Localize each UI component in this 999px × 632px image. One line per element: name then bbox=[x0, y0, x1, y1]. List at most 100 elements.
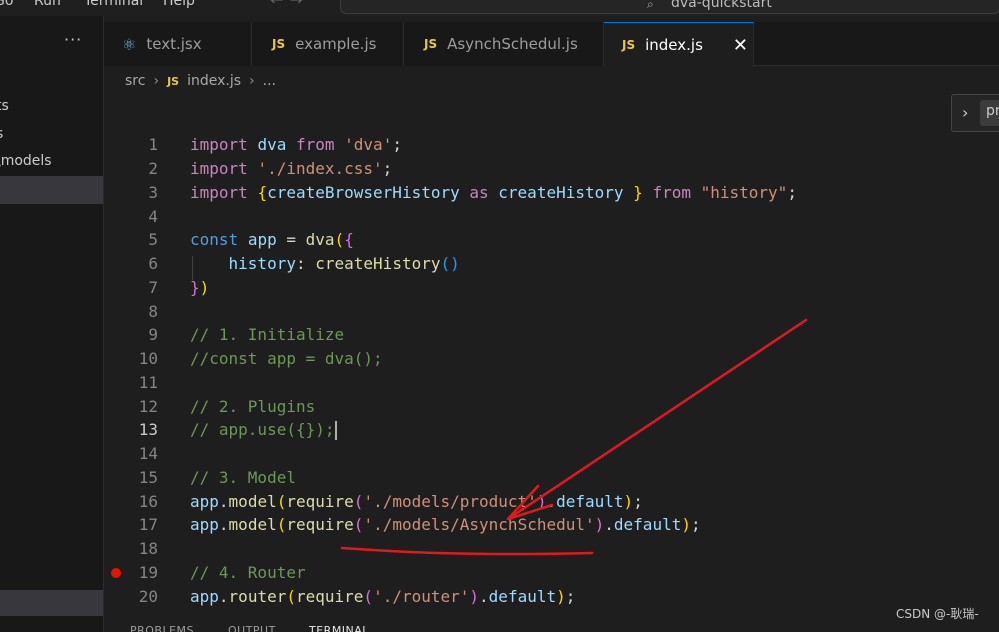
line-number: 6 bbox=[148, 254, 158, 273]
code-text[interactable]: app.model(require('./models/AsynchSchedu… bbox=[190, 513, 701, 537]
code-text[interactable]: import './index.css'; bbox=[190, 157, 392, 181]
code-text[interactable]: app.router(require('./router').default); bbox=[190, 585, 575, 609]
line-number: 8 bbox=[148, 302, 158, 321]
line-number: 13 bbox=[138, 420, 158, 439]
command-center[interactable]: ⌕ dva-quickstart bbox=[340, 0, 999, 14]
line-number: 1 bbox=[148, 135, 158, 154]
breadcrumb-file[interactable]: index.js bbox=[187, 73, 241, 89]
tab-output[interactable]: OUTPUT bbox=[228, 624, 276, 632]
code-line[interactable]: 18 bbox=[104, 537, 999, 561]
code-text-content: // app.use({}); bbox=[190, 420, 335, 439]
tab-label: AsynchSchedul.js bbox=[447, 35, 578, 53]
sidebar-item-models[interactable]: \models bbox=[0, 153, 52, 169]
breadcrumb-folder[interactable]: src bbox=[125, 73, 145, 89]
line-number: 9 bbox=[148, 325, 158, 344]
line-number: 14 bbox=[138, 444, 158, 463]
code-text[interactable]: import dva from 'dva'; bbox=[190, 133, 402, 157]
line-number: 3 bbox=[148, 183, 158, 202]
sidebar-item-ts[interactable]: ts bbox=[0, 98, 9, 114]
code-line[interactable]: 11 bbox=[104, 371, 999, 395]
line-number: 7 bbox=[148, 278, 158, 297]
js-file-icon: JS bbox=[622, 38, 636, 52]
code-text[interactable]: const app = dva({ bbox=[190, 228, 354, 252]
breadcrumb-symbol[interactable]: ... bbox=[263, 73, 276, 89]
code-line[interactable]: 15 // 3. Model bbox=[104, 466, 999, 490]
panel-tab-bar: PROBLEMS OUTPUT TERMINAL bbox=[104, 612, 999, 632]
line-number: 10 bbox=[138, 349, 158, 368]
tab-problems[interactable]: PROBLEMS bbox=[130, 624, 194, 632]
watermark: CSDN @-耿瑞- bbox=[896, 607, 979, 621]
line-number: 15 bbox=[138, 468, 158, 487]
forward-arrow-icon[interactable]: → bbox=[289, 0, 308, 9]
code-line[interactable]: 1 import dva from 'dva'; bbox=[104, 133, 999, 157]
code-line[interactable]: 3 import {createBrowserHistory as createH… bbox=[104, 181, 999, 205]
sidebar-selected-row-bottom[interactable] bbox=[0, 590, 103, 616]
code-text[interactable]: // 3. Model bbox=[190, 466, 296, 490]
js-file-icon: JS bbox=[167, 74, 180, 88]
line-number: 17 bbox=[138, 515, 158, 534]
chevron-right-icon: › bbox=[153, 73, 160, 89]
menu-go[interactable]: Go bbox=[0, 0, 13, 9]
line-number: 19 bbox=[138, 563, 158, 582]
code-text[interactable]: // 1. Initialize bbox=[190, 323, 344, 347]
command-center-label: dva-quickstart bbox=[671, 0, 772, 11]
search-icon: ⌕ bbox=[647, 0, 654, 11]
code-editor[interactable]: 1 import dva from 'dva'; 2 import './index… bbox=[104, 92, 999, 612]
code-line-current[interactable]: 13 // app.use({}); bbox=[104, 418, 999, 442]
sticky-scroll-widget[interactable]: › pr bbox=[951, 94, 999, 132]
code-text[interactable]: }) bbox=[190, 276, 209, 300]
code-line[interactable]: 2 import './index.css'; bbox=[104, 157, 999, 181]
line-number: 18 bbox=[138, 539, 158, 558]
code-line[interactable]: 6 history: createHistory() bbox=[104, 252, 999, 276]
react-icon: ⚛ bbox=[122, 34, 137, 54]
close-icon[interactable]: ✕ bbox=[733, 35, 748, 56]
chevron-right-icon: › bbox=[249, 73, 255, 89]
code-line[interactable]: 19 // 4. Router bbox=[104, 561, 999, 585]
tab-text-jsx[interactable]: ⚛ text.jsx bbox=[104, 22, 252, 66]
tab-example-js[interactable]: JS example.js bbox=[252, 22, 404, 66]
code-line[interactable]: 8 bbox=[104, 300, 999, 324]
menu-run[interactable]: Run bbox=[34, 0, 61, 9]
line-number: 12 bbox=[138, 397, 158, 416]
tab-asynchschedul-js[interactable]: JS AsynchSchedul.js bbox=[404, 22, 604, 66]
sidebar-item-s[interactable]: s bbox=[0, 126, 3, 142]
sidebar-selected-row[interactable] bbox=[0, 176, 103, 204]
text-cursor bbox=[334, 421, 337, 440]
line-number: 11 bbox=[138, 373, 158, 392]
code-line[interactable]: 12 // 2. Plugins bbox=[104, 395, 999, 419]
widget-label: pr bbox=[986, 103, 999, 119]
menu-help[interactable]: Help bbox=[163, 0, 195, 9]
line-number: 20 bbox=[138, 587, 158, 606]
code-line[interactable]: 10 //const app = dva(); bbox=[104, 347, 999, 371]
explorer-sidebar: ··· ts s \models bbox=[0, 16, 104, 632]
tab-terminal[interactable]: TERMINAL bbox=[309, 624, 369, 632]
code-text[interactable]: // 2. Plugins bbox=[190, 395, 315, 419]
code-text[interactable]: //const app = dva(); bbox=[190, 347, 383, 371]
line-number: 5 bbox=[148, 230, 158, 249]
line-number: 2 bbox=[148, 159, 158, 178]
menu-terminal[interactable]: Terminal bbox=[84, 0, 143, 9]
code-text[interactable]: import {createBrowserHistory as createHi… bbox=[190, 181, 797, 205]
tab-label: text.jsx bbox=[146, 35, 202, 53]
breadcrumb: src › JS index.js › ... bbox=[125, 70, 276, 92]
code-line[interactable]: 4 bbox=[104, 205, 999, 229]
code-line[interactable]: 5 const app = dva({ bbox=[104, 228, 999, 252]
code-line[interactable]: 7}) bbox=[104, 276, 999, 300]
code-line[interactable]: 9 // 1. Initialize bbox=[104, 323, 999, 347]
chevron-right-icon[interactable]: › bbox=[962, 103, 968, 122]
tab-label: example.js bbox=[295, 35, 377, 53]
code-line[interactable]: 16 app.model(require('./models/product').… bbox=[104, 490, 999, 514]
code-line[interactable]: 17 app.model(require('./models/AsynchSche… bbox=[104, 513, 999, 537]
nav-arrows[interactable]: ←→ bbox=[270, 0, 309, 9]
line-number: 16 bbox=[138, 492, 158, 511]
code-text[interactable]: // 4. Router bbox=[190, 561, 306, 585]
widget-pill[interactable]: pr bbox=[980, 100, 999, 126]
tab-index-js[interactable]: JS index.js ✕ bbox=[604, 22, 754, 67]
back-arrow-icon[interactable]: ← bbox=[270, 0, 289, 9]
code-text[interactable]: app.model(require('./models/product').de… bbox=[190, 490, 643, 514]
more-actions-icon[interactable]: ··· bbox=[64, 30, 82, 49]
code-text[interactable]: history: createHistory() bbox=[190, 252, 460, 276]
code-line[interactable]: 20 app.router(require('./router').default… bbox=[104, 585, 999, 609]
code-line[interactable]: 14 bbox=[104, 442, 999, 466]
code-text[interactable]: // app.use({}); bbox=[190, 418, 337, 442]
